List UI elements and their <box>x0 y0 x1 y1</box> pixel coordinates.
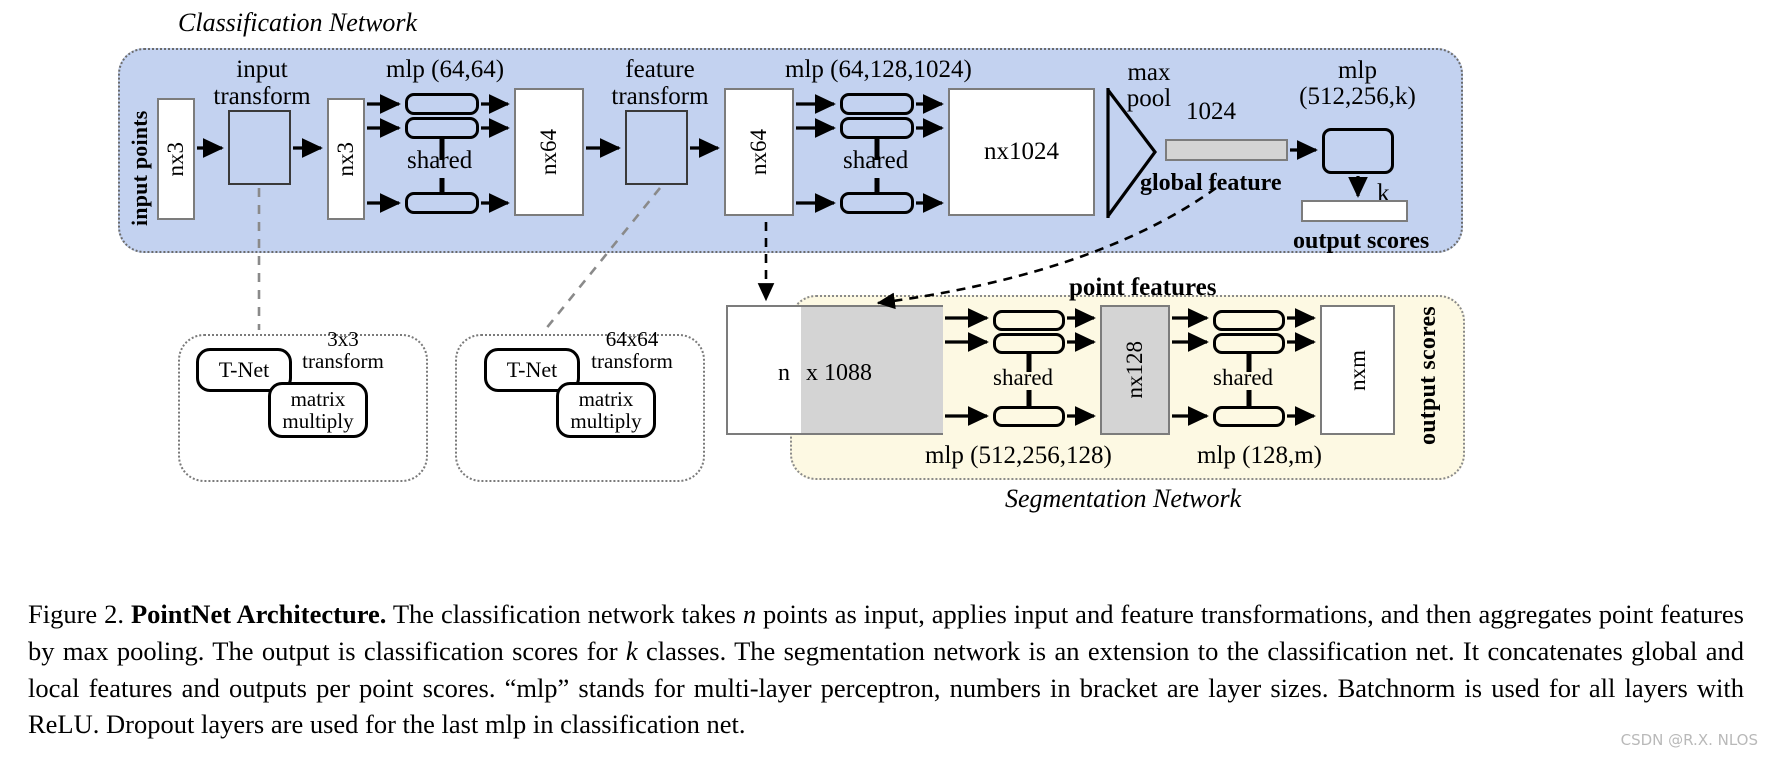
seg-mlp2-pill-top <box>1213 310 1285 331</box>
mlp-64-64-label: mlp (64,64) <box>386 56 505 83</box>
max-pool-caption: max pool <box>1118 59 1180 113</box>
nx64-a-box: nx64 <box>514 88 584 216</box>
matrix-multiply-box-1: matrix multiply <box>268 382 368 438</box>
matrix-multiply-box-2: matrix multiply <box>556 382 656 438</box>
concat-feature-box: n x 1088 <box>726 305 943 435</box>
transform-64x64-line1: 64x64 <box>605 327 659 351</box>
mlp1-pill-top <box>405 93 479 115</box>
segmentation-output-scores-label: output scores <box>1415 306 1441 445</box>
classification-output-scores-bar <box>1301 200 1408 222</box>
nx1024-label: nx1024 <box>984 138 1059 165</box>
transform-64x64-line2: transform <box>591 349 673 374</box>
seg-mlp2-pill-mid <box>1213 333 1285 354</box>
mlp-512-256-k-line1: mlp <box>1338 57 1377 84</box>
figure-caption: Figure 2. PointNet Architecture. The cla… <box>28 596 1744 743</box>
seg-shared-label-2: shared <box>1213 365 1274 390</box>
feature-transform-caption-line1: feature <box>625 56 695 83</box>
caption-italic-k: k <box>625 635 638 666</box>
segmentation-network-title: Segmentation Network <box>1005 484 1242 513</box>
caption-italic-n: n <box>742 599 757 629</box>
nx128-box: nx128 <box>1100 305 1170 435</box>
shared-label-2: shared <box>843 147 909 174</box>
seg-mlp1-pill-top <box>993 310 1065 331</box>
nx128-label: nx128 <box>1122 341 1147 399</box>
feature-transform-caption-line2: transform <box>611 83 709 110</box>
mlp3-pill <box>1322 128 1394 174</box>
transform-3x3-caption: 3x3 transform <box>297 328 389 372</box>
input-tensor-nx3-label: nx3 <box>163 141 188 177</box>
input-transform-caption-line1: input <box>236 56 288 83</box>
seg-mlp2-label: mlp (128,m) <box>1197 442 1322 469</box>
mlp-64-128-1024-label: mlp (64,128,1024) <box>785 56 972 83</box>
matrix-multiply-1-line1: matrix <box>290 386 346 411</box>
transform-3x3-line2: transform <box>302 349 384 374</box>
post-input-transform-nx3-label: nx3 <box>333 141 358 177</box>
csdn-watermark: CSDN @R.X. NLOS <box>1620 731 1758 749</box>
seg-shared-label-1: shared <box>993 365 1054 390</box>
classification-network-title: Classification Network <box>178 8 418 37</box>
seg-mlp1-pill-mid <box>993 333 1065 354</box>
mlp2-pill-top <box>840 93 914 115</box>
seg-mlp1-label: mlp (512,256,128) <box>925 442 1112 469</box>
feature-transform-box <box>625 110 688 185</box>
mlp1-pill-mid <box>405 117 479 139</box>
mlp2-pill-bottom <box>840 192 914 214</box>
matrix-multiply-2-line2: multiply <box>570 409 642 433</box>
concat-n-label: n <box>778 360 790 386</box>
seg-mlp1-pill-bottom <box>993 406 1065 427</box>
caption-figure-number: Figure 2. <box>28 599 124 629</box>
global-feature-bar <box>1165 139 1288 161</box>
matrix-multiply-2-line1: matrix <box>578 386 634 411</box>
nx64-b-label: nx64 <box>746 129 771 175</box>
input-tensor-nx3-box: nx3 <box>157 98 195 220</box>
nxm-box: nxm <box>1320 305 1395 435</box>
nxm-label: nxm <box>1344 349 1370 391</box>
max-pool-caption-line2: pool <box>1126 85 1172 113</box>
nx64-b-box: nx64 <box>724 88 794 216</box>
post-input-transform-nx3-box: nx3 <box>327 98 365 220</box>
point-features-label: point features <box>1069 274 1217 301</box>
mlp-512-256-k-caption: mlp (512,256,k) <box>1295 57 1420 111</box>
input-transform-caption: input transform <box>203 56 321 110</box>
caption-bold-title: PointNet Architecture. <box>130 599 387 629</box>
transform-64x64-caption: 64x64 transform <box>581 328 683 372</box>
mlp2-pill-mid <box>840 117 914 139</box>
input-transform-box <box>228 110 291 185</box>
input-transform-caption-line2: transform <box>213 83 311 110</box>
seg-mlp2-pill-bottom <box>1213 406 1285 427</box>
mlp1-pill-bottom <box>405 192 479 214</box>
feature-transform-caption: feature transform <box>600 56 720 110</box>
caption-part1: The classification network takes <box>386 599 743 629</box>
transform-3x3-line1: 3x3 <box>327 327 359 351</box>
concat-dim-label: x 1088 <box>806 360 872 386</box>
input-points-label: input points <box>127 110 152 226</box>
global-feature-label: global feature <box>1140 170 1282 196</box>
global-feature-size-label: 1024 <box>1186 98 1236 125</box>
nx64-a-label: nx64 <box>536 129 561 175</box>
shared-label-1: shared <box>407 147 473 174</box>
matrix-multiply-1-line2: multiply <box>282 409 354 433</box>
classification-output-scores-label: output scores <box>1293 228 1430 254</box>
max-pool-caption-line1: max <box>1127 59 1171 86</box>
nx1024-box: nx1024 <box>948 88 1095 216</box>
mlp-512-256-k-line2: (512,256,k) <box>1299 83 1416 111</box>
